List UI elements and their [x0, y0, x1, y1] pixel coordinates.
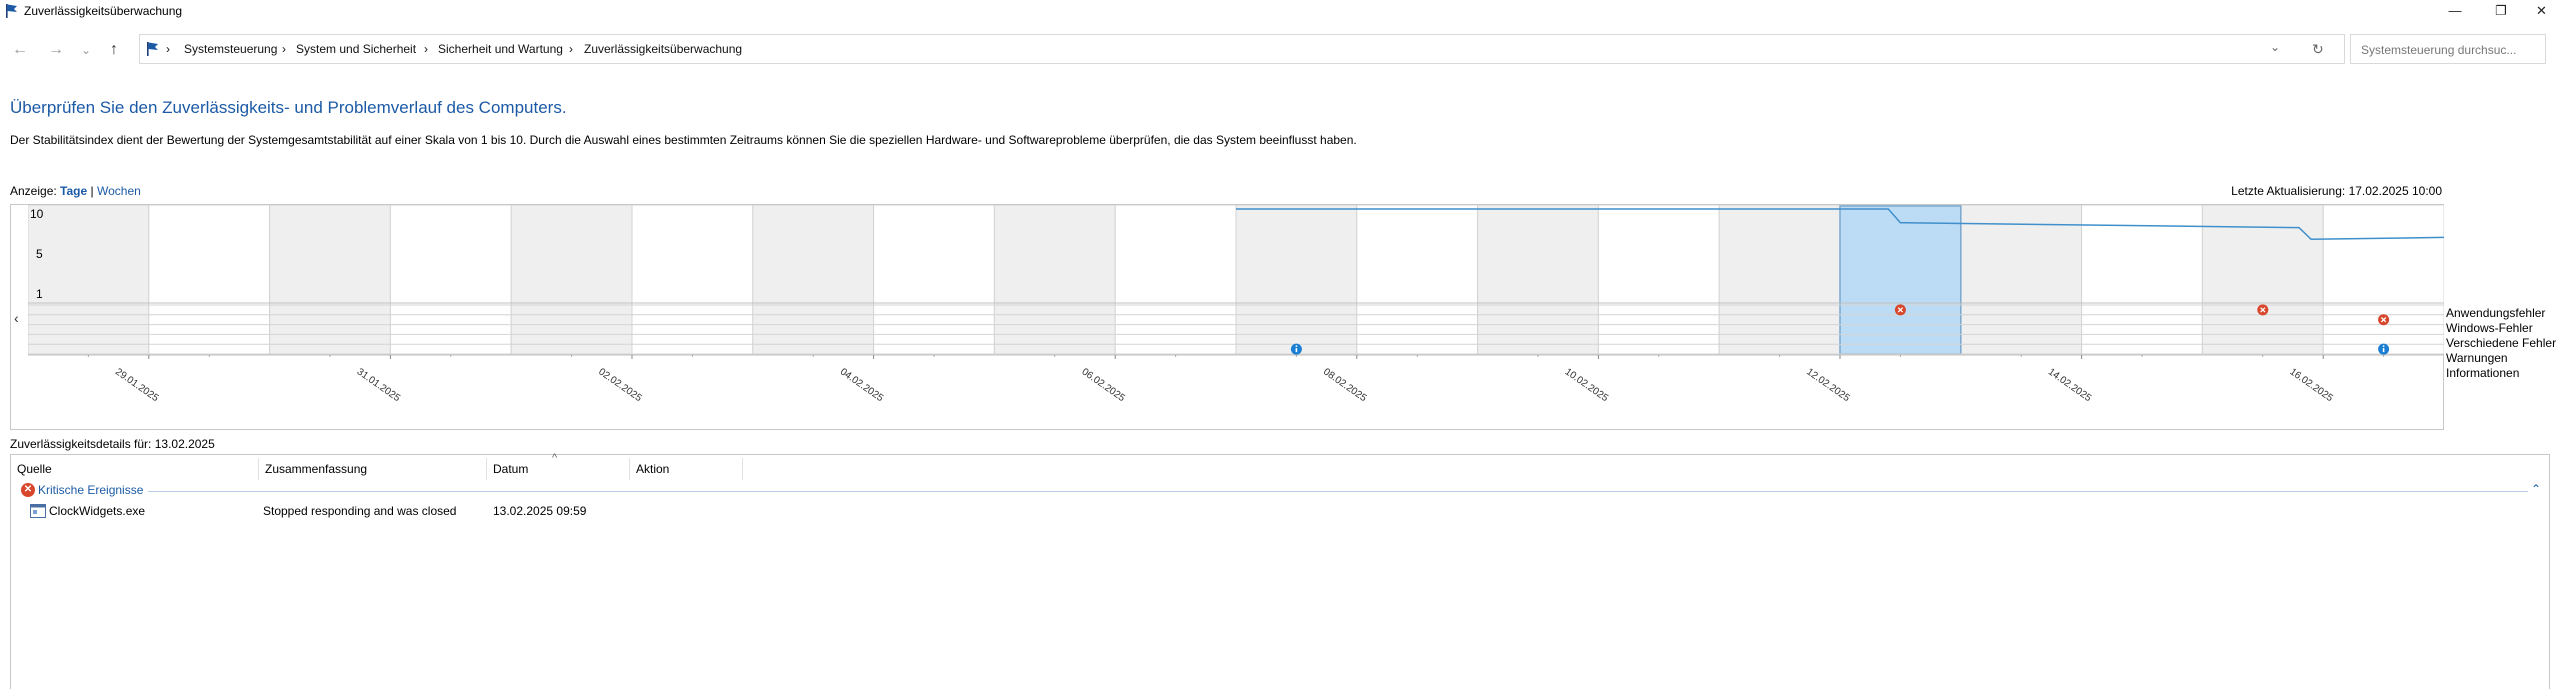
refresh-button[interactable]: ↻: [2312, 41, 2324, 58]
forward-button[interactable]: →: [44, 38, 68, 62]
view-separator: |: [90, 184, 94, 198]
info-event-mark: [2382, 348, 2385, 353]
row-summary: Stopped responding and was closed: [263, 504, 457, 518]
x-tick-label: 06.02.2025: [1079, 366, 1127, 404]
day-column: [752, 205, 875, 356]
selected-day-highlight: [1839, 205, 1962, 355]
row-label-anwendungsfehler: Anwendungsfehler: [2446, 306, 2546, 320]
x-tick-label: 16.02.2025: [2287, 366, 2335, 404]
day-column: [2081, 205, 2203, 356]
chart-scroll-left-button[interactable]: ‹: [14, 310, 19, 326]
breadcrumb-separator: ›: [424, 42, 428, 56]
page-description: Der Stabilitätsindex dient der Bewertung…: [10, 133, 1357, 147]
day-column: [1477, 205, 1599, 356]
back-button[interactable]: ←: [8, 38, 32, 62]
view-weeks-link[interactable]: Wochen: [97, 184, 141, 198]
address-dropdown-button[interactable]: ⌄: [2270, 40, 2280, 54]
day-column: [389, 205, 512, 356]
x-tick-label: 12.02.2025: [1804, 366, 1852, 404]
column-header-quelle[interactable]: Quelle: [11, 458, 259, 480]
view-days-link[interactable]: Tage: [60, 184, 87, 198]
maximize-button[interactable]: ❐: [2478, 0, 2524, 22]
breadcrumb-item-zuverlaessigkeitsueberwachung[interactable]: Zuverlässigkeitsüberwachung: [584, 42, 742, 56]
y-tick-10: 10: [30, 207, 44, 221]
day-column: [510, 205, 633, 356]
view-selector: Anzeige: Tage | Wochen: [10, 184, 141, 198]
day-column: [1114, 205, 1237, 356]
day-column: [873, 205, 995, 356]
day-column: [993, 205, 1116, 356]
search-input[interactable]: Systemsteuerung durchsuc...: [2350, 34, 2546, 64]
address-bar[interactable]: › Systemsteuerung › System und Sicherhei…: [139, 34, 2345, 64]
x-tick-label: 02.02.2025: [596, 366, 644, 404]
breadcrumb-separator: ›: [166, 42, 170, 56]
info-event-mark: [1295, 348, 1298, 353]
group-divider: [148, 491, 2528, 492]
group-header-kritische-ereignisse[interactable]: Kritische Ereignisse: [38, 483, 143, 497]
info-event-dot: [2382, 345, 2385, 347]
day-column: [1960, 205, 2083, 356]
title-bar: Zuverlässigkeitsüberwachung — ❐ ✕: [0, 0, 2559, 22]
x-tick-label: 08.02.2025: [1321, 366, 1369, 404]
day-column: [269, 205, 391, 356]
breadcrumb-separator: ›: [569, 42, 573, 56]
day-column: [28, 205, 150, 356]
column-header-datum[interactable]: Datum: [487, 458, 630, 480]
breadcrumb-item-sicherheit-und-wartung[interactable]: Sicherheit und Wartung: [438, 42, 563, 56]
row-label-windows-fehler: Windows-Fehler: [2446, 321, 2533, 335]
y-tick-1: 1: [36, 287, 43, 301]
sort-indicator-icon: ^: [552, 452, 558, 464]
x-tick-label: 29.01.2025: [113, 366, 161, 404]
x-tick-label: 14.02.2025: [2046, 366, 2094, 404]
day-column: [2322, 205, 2444, 356]
window-title: Zuverlässigkeitsüberwachung: [24, 4, 183, 18]
history-dropdown-button[interactable]: ⌄: [74, 38, 98, 62]
minimize-button[interactable]: —: [2432, 0, 2478, 22]
column-header-zusammenfassung[interactable]: Zusammenfassung: [259, 458, 487, 480]
table-row[interactable]: ClockWidgets.exe Stopped responding and …: [0, 502, 2550, 520]
details-title: Zuverlässigkeitsdetails für: 13.02.2025: [10, 437, 215, 451]
column-header-aktion[interactable]: Aktion: [630, 458, 743, 480]
day-column: [148, 205, 271, 356]
day-column: [1597, 205, 1720, 356]
x-tick-label: 31.01.2025: [355, 366, 403, 404]
row-label-informationen: Informationen: [2446, 366, 2520, 380]
row-label-verschiedene-fehler: Verschiedene Fehler: [2446, 336, 2557, 350]
page-title: Überprüfen Sie den Zuverlässigkeits- und…: [10, 98, 567, 117]
row-source: ClockWidgets.exe: [49, 504, 146, 518]
row-date: 13.02.2025 09:59: [493, 504, 587, 518]
close-button[interactable]: ✕: [2524, 0, 2559, 22]
breadcrumb-separator: ›: [282, 42, 286, 56]
y-tick-5: 5: [36, 247, 43, 261]
day-column: [1718, 205, 1841, 356]
day-column: [1235, 205, 1358, 356]
critical-error-icon: ✕: [21, 483, 35, 497]
info-event-dot: [1295, 345, 1298, 347]
view-label: Anzeige:: [10, 184, 57, 198]
breadcrumb-item-system-und-sicherheit[interactable]: System und Sicherheit: [296, 42, 416, 56]
flag-icon: [6, 4, 17, 18]
day-column: [631, 205, 754, 356]
breadcrumb-item-systemsteuerung[interactable]: Systemsteuerung: [184, 42, 277, 56]
application-icon: [30, 504, 46, 518]
last-update: Letzte Aktualisierung: 17.02.2025 10:00: [2231, 184, 2442, 198]
reliability-chart[interactable]: 29.01.2025 31.01.2025 02.02.2025 04.02.2025…: [28, 205, 2444, 429]
day-column: [1356, 205, 1479, 356]
x-tick-label: 04.02.2025: [838, 366, 886, 404]
row-label-warnungen: Warnungen: [2446, 351, 2508, 365]
x-tick-label: 10.02.2025: [1563, 366, 1611, 404]
flag-icon: [147, 42, 158, 56]
group-collapse-button[interactable]: ⌃: [2531, 482, 2541, 496]
details-panel: [10, 454, 2550, 689]
up-button[interactable]: ↑: [102, 38, 126, 62]
